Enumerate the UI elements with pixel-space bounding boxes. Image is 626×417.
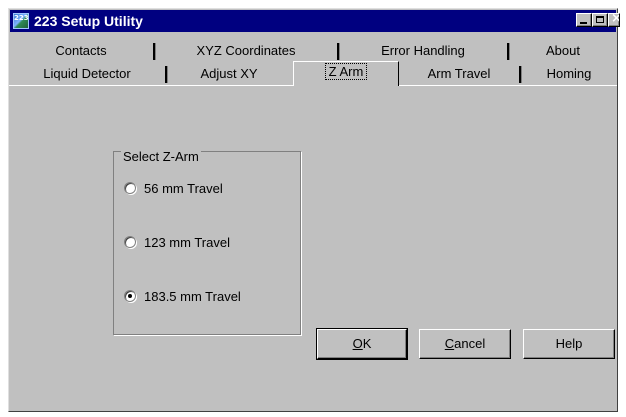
app-icon-text: 223	[14, 14, 29, 22]
window-title: 223 Setup Utility	[34, 13, 143, 29]
tab-error-handling[interactable]: Error Handling	[341, 41, 505, 62]
radio-option-56mm[interactable]: 56 mm Travel	[124, 179, 223, 197]
tab-divider	[519, 66, 521, 83]
help-button[interactable]: Help	[523, 329, 615, 359]
group-label: Select Z-Arm	[121, 149, 201, 164]
tab-divider	[153, 43, 155, 60]
radio-label: 123 mm Travel	[144, 234, 230, 250]
cancel-mnemonic: C	[444, 336, 455, 351]
radio-button[interactable]	[124, 236, 136, 248]
cancel-button[interactable]: Cancel	[419, 329, 511, 359]
app-icon[interactable]: 223	[13, 13, 29, 29]
tab-panel	[9, 85, 617, 411]
minimize-icon	[580, 22, 587, 24]
radio-option-123mm[interactable]: 123 mm Travel	[124, 233, 230, 251]
maximize-button[interactable]	[592, 13, 608, 27]
radio-option-183-5mm[interactable]: 183.5 mm Travel	[124, 287, 241, 305]
tab-about[interactable]: About	[511, 41, 615, 62]
tab-divider	[165, 66, 167, 83]
ok-mnemonic: O	[352, 336, 363, 351]
tab-divider	[337, 43, 339, 60]
tab-arm-travel[interactable]: Arm Travel	[401, 64, 517, 85]
tab-liquid-detector[interactable]: Liquid Detector	[9, 64, 165, 85]
radio-label: 56 mm Travel	[144, 180, 223, 196]
radio-label: 183.5 mm Travel	[144, 288, 241, 304]
tab-xyz-coordinates[interactable]: XYZ Coordinates	[157, 41, 335, 62]
radio-button[interactable]	[124, 290, 136, 302]
tab-contacts[interactable]: Contacts	[9, 41, 153, 62]
tab-z-arm[interactable]: Z Arm	[293, 61, 399, 86]
ok-button[interactable]: OK	[316, 328, 408, 360]
maximize-icon	[596, 16, 604, 23]
close-button[interactable]: ×	[608, 13, 620, 27]
minimize-button[interactable]	[576, 13, 592, 27]
setup-window: 223 223 Setup Utility × Contacts XYZ Coo…	[8, 8, 620, 412]
ok-label: K	[362, 336, 372, 351]
close-icon: ×	[611, 14, 619, 26]
tab-z-arm-label: Z Arm	[324, 63, 368, 80]
tab-homing[interactable]: Homing	[523, 64, 615, 85]
radio-button[interactable]	[124, 182, 136, 194]
title-bar[interactable]: 223 223 Setup Utility ×	[10, 10, 620, 32]
cancel-label: ancel	[454, 336, 486, 351]
tab-divider	[507, 43, 509, 60]
tab-adjust-xy[interactable]: Adjust XY	[169, 64, 289, 85]
